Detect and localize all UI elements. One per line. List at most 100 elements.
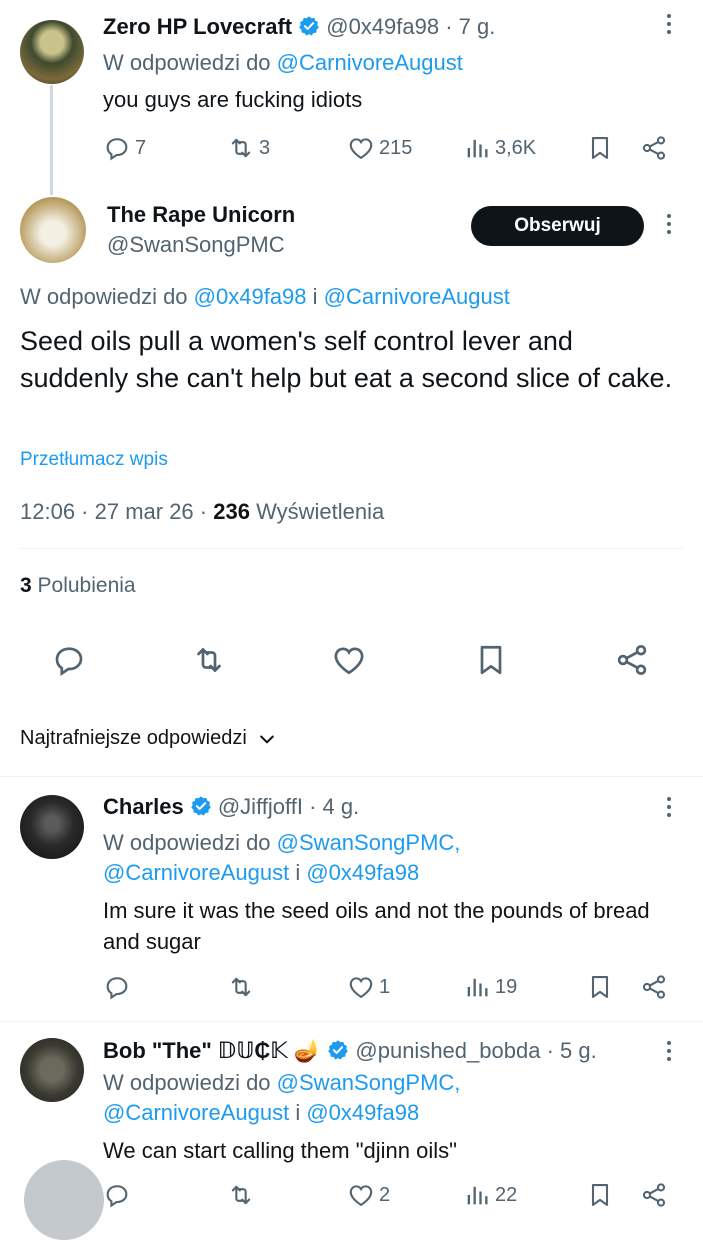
reply-prefix: W odpowiedzi do — [103, 1070, 271, 1095]
action-bar: 2 22 — [103, 1178, 673, 1212]
like-button[interactable]: 2 — [347, 1178, 390, 1212]
share-icon — [640, 973, 668, 1001]
like-icon — [331, 642, 367, 678]
follow-button[interactable]: Obserwuj — [471, 206, 644, 246]
reply-icon — [51, 642, 87, 678]
author-name[interactable]: Charles — [103, 794, 184, 819]
avatar[interactable] — [20, 795, 84, 859]
mention-link[interactable]: @SwanSongPMC, — [277, 1070, 461, 1095]
divider — [20, 548, 683, 549]
reply-context: W odpowiedzi do @SwanSongPMC, @Carnivore… — [103, 1068, 663, 1128]
mention-link[interactable]: @CarnivoreAugust — [103, 1100, 289, 1125]
author-handle[interactable]: @JiffjoffI — [218, 794, 303, 819]
chevron-down-icon — [259, 735, 274, 743]
floating-action-button[interactable] — [24, 1160, 104, 1240]
mention-link[interactable]: @CarnivoreAugust — [324, 284, 510, 309]
reply-context: W odpowiedzi do @CarnivoreAugust — [103, 48, 463, 78]
share-button[interactable] — [640, 131, 668, 165]
more-options-icon[interactable] — [665, 14, 673, 38]
views-count: 236 — [213, 499, 250, 524]
reply-button[interactable] — [103, 970, 131, 1004]
reply-join: i — [295, 1100, 301, 1125]
tweet-time[interactable]: · 4 g. — [309, 794, 359, 819]
mention-link[interactable]: @SwanSongPMC, — [277, 830, 461, 855]
thread-line — [50, 85, 53, 195]
share-button[interactable] — [640, 970, 668, 1004]
author-handle[interactable]: @0x49fa98 — [326, 14, 439, 39]
repost-count: 3 — [259, 136, 271, 159]
reply-icon — [103, 134, 131, 162]
share-button[interactable] — [614, 642, 650, 678]
tweet-header: Zero HP Lovecraft @0x49fa98 · 7 g. — [103, 14, 495, 40]
mention-link[interactable]: @0x49fa98 — [306, 1100, 419, 1125]
like-count: 2 — [379, 1183, 391, 1206]
views-button[interactable]: 3,6K — [463, 131, 536, 165]
like-count: 1 — [379, 975, 391, 998]
more-options-icon[interactable] — [665, 1041, 673, 1065]
repost-icon — [191, 642, 227, 678]
tweet-header: Bob "The" 𝔻𝕌₵𝕂 🪔 @punished_bobda · 5 g. — [103, 1038, 597, 1064]
reply-context: W odpowiedzi do @0x49fa98 i @CarnivoreAu… — [20, 282, 510, 312]
reply-button[interactable] — [51, 642, 87, 678]
repost-icon — [227, 134, 255, 162]
avatar[interactable] — [20, 197, 86, 263]
tweet-meta: 12:06 · 27 mar 26 · 236 Wyświetlenia — [20, 499, 384, 525]
bookmark-button[interactable] — [586, 970, 614, 1004]
divider — [0, 776, 703, 777]
author-name[interactable]: Bob "The" 𝔻𝕌₵𝕂 — [103, 1038, 288, 1063]
more-options-icon[interactable] — [665, 214, 673, 238]
views-button[interactable]: 22 — [463, 1178, 517, 1212]
reply-join: i — [295, 860, 301, 885]
bookmark-icon — [586, 973, 614, 1001]
like-button[interactable] — [331, 642, 367, 678]
sort-replies-dropdown[interactable]: Najtrafniejsze odpowiedzi — [20, 727, 277, 750]
bookmark-icon — [473, 642, 509, 678]
reply-join: i — [312, 284, 318, 309]
avatar[interactable] — [20, 1038, 84, 1102]
views-button[interactable]: 19 — [463, 970, 517, 1004]
mention-link[interactable]: @0x49fa98 — [194, 284, 307, 309]
mention-link[interactable]: @CarnivoreAugust — [277, 50, 463, 75]
tweet-time[interactable]: · 5 g. — [547, 1038, 597, 1063]
views-count: 22 — [495, 1183, 518, 1206]
reply-prefix: W odpowiedzi do — [103, 830, 271, 855]
bookmark-button[interactable] — [473, 642, 509, 678]
reply-count: 7 — [135, 136, 147, 159]
like-count: 215 — [379, 136, 413, 159]
repost-button[interactable] — [227, 1178, 255, 1212]
repost-button[interactable]: 3 — [227, 131, 270, 165]
bookmark-button[interactable] — [586, 1178, 614, 1212]
views-icon — [463, 1181, 491, 1209]
author-name[interactable]: The Rape Unicorn — [107, 202, 295, 228]
mention-link[interactable]: @0x49fa98 — [306, 860, 419, 885]
reply-prefix: W odpowiedzi do — [20, 284, 188, 309]
repost-button[interactable] — [191, 642, 227, 678]
author-name[interactable]: Zero HP Lovecraft — [103, 14, 292, 39]
more-options-icon[interactable] — [665, 797, 673, 821]
views-count: 19 — [495, 975, 518, 998]
views-icon — [463, 973, 491, 1001]
share-icon — [614, 642, 650, 678]
reply-icon — [103, 1181, 131, 1209]
bookmark-button[interactable] — [586, 131, 614, 165]
likes-summary[interactable]: 3 Polubienia — [20, 574, 136, 598]
tweet-timestamp[interactable]: 12:06 · 27 mar 26 · — [20, 499, 207, 524]
like-button[interactable]: 215 — [347, 131, 412, 165]
tweet-text: you guys are fucking idiots — [103, 87, 363, 112]
views-label: Wyświetlenia — [256, 499, 385, 524]
reply-icon — [103, 973, 131, 1001]
like-button[interactable]: 1 — [347, 970, 390, 1004]
translate-link[interactable]: Przetłumacz wpis — [20, 449, 168, 471]
avatar[interactable] — [20, 20, 84, 84]
like-icon — [347, 973, 375, 1001]
share-button[interactable] — [640, 1178, 668, 1212]
reply-button[interactable] — [103, 1178, 131, 1212]
author-handle[interactable]: @punished_bobda — [355, 1038, 540, 1063]
tweet-time[interactable]: · 7 g. — [445, 14, 495, 39]
tweet-text: We can start calling them "djinn oils" — [103, 1138, 457, 1163]
reply-button[interactable]: 7 — [103, 131, 146, 165]
author-handle[interactable]: @SwanSongPMC — [107, 232, 285, 258]
repost-button[interactable] — [227, 970, 255, 1004]
mention-link[interactable]: @CarnivoreAugust — [103, 860, 289, 885]
share-icon — [640, 134, 668, 162]
